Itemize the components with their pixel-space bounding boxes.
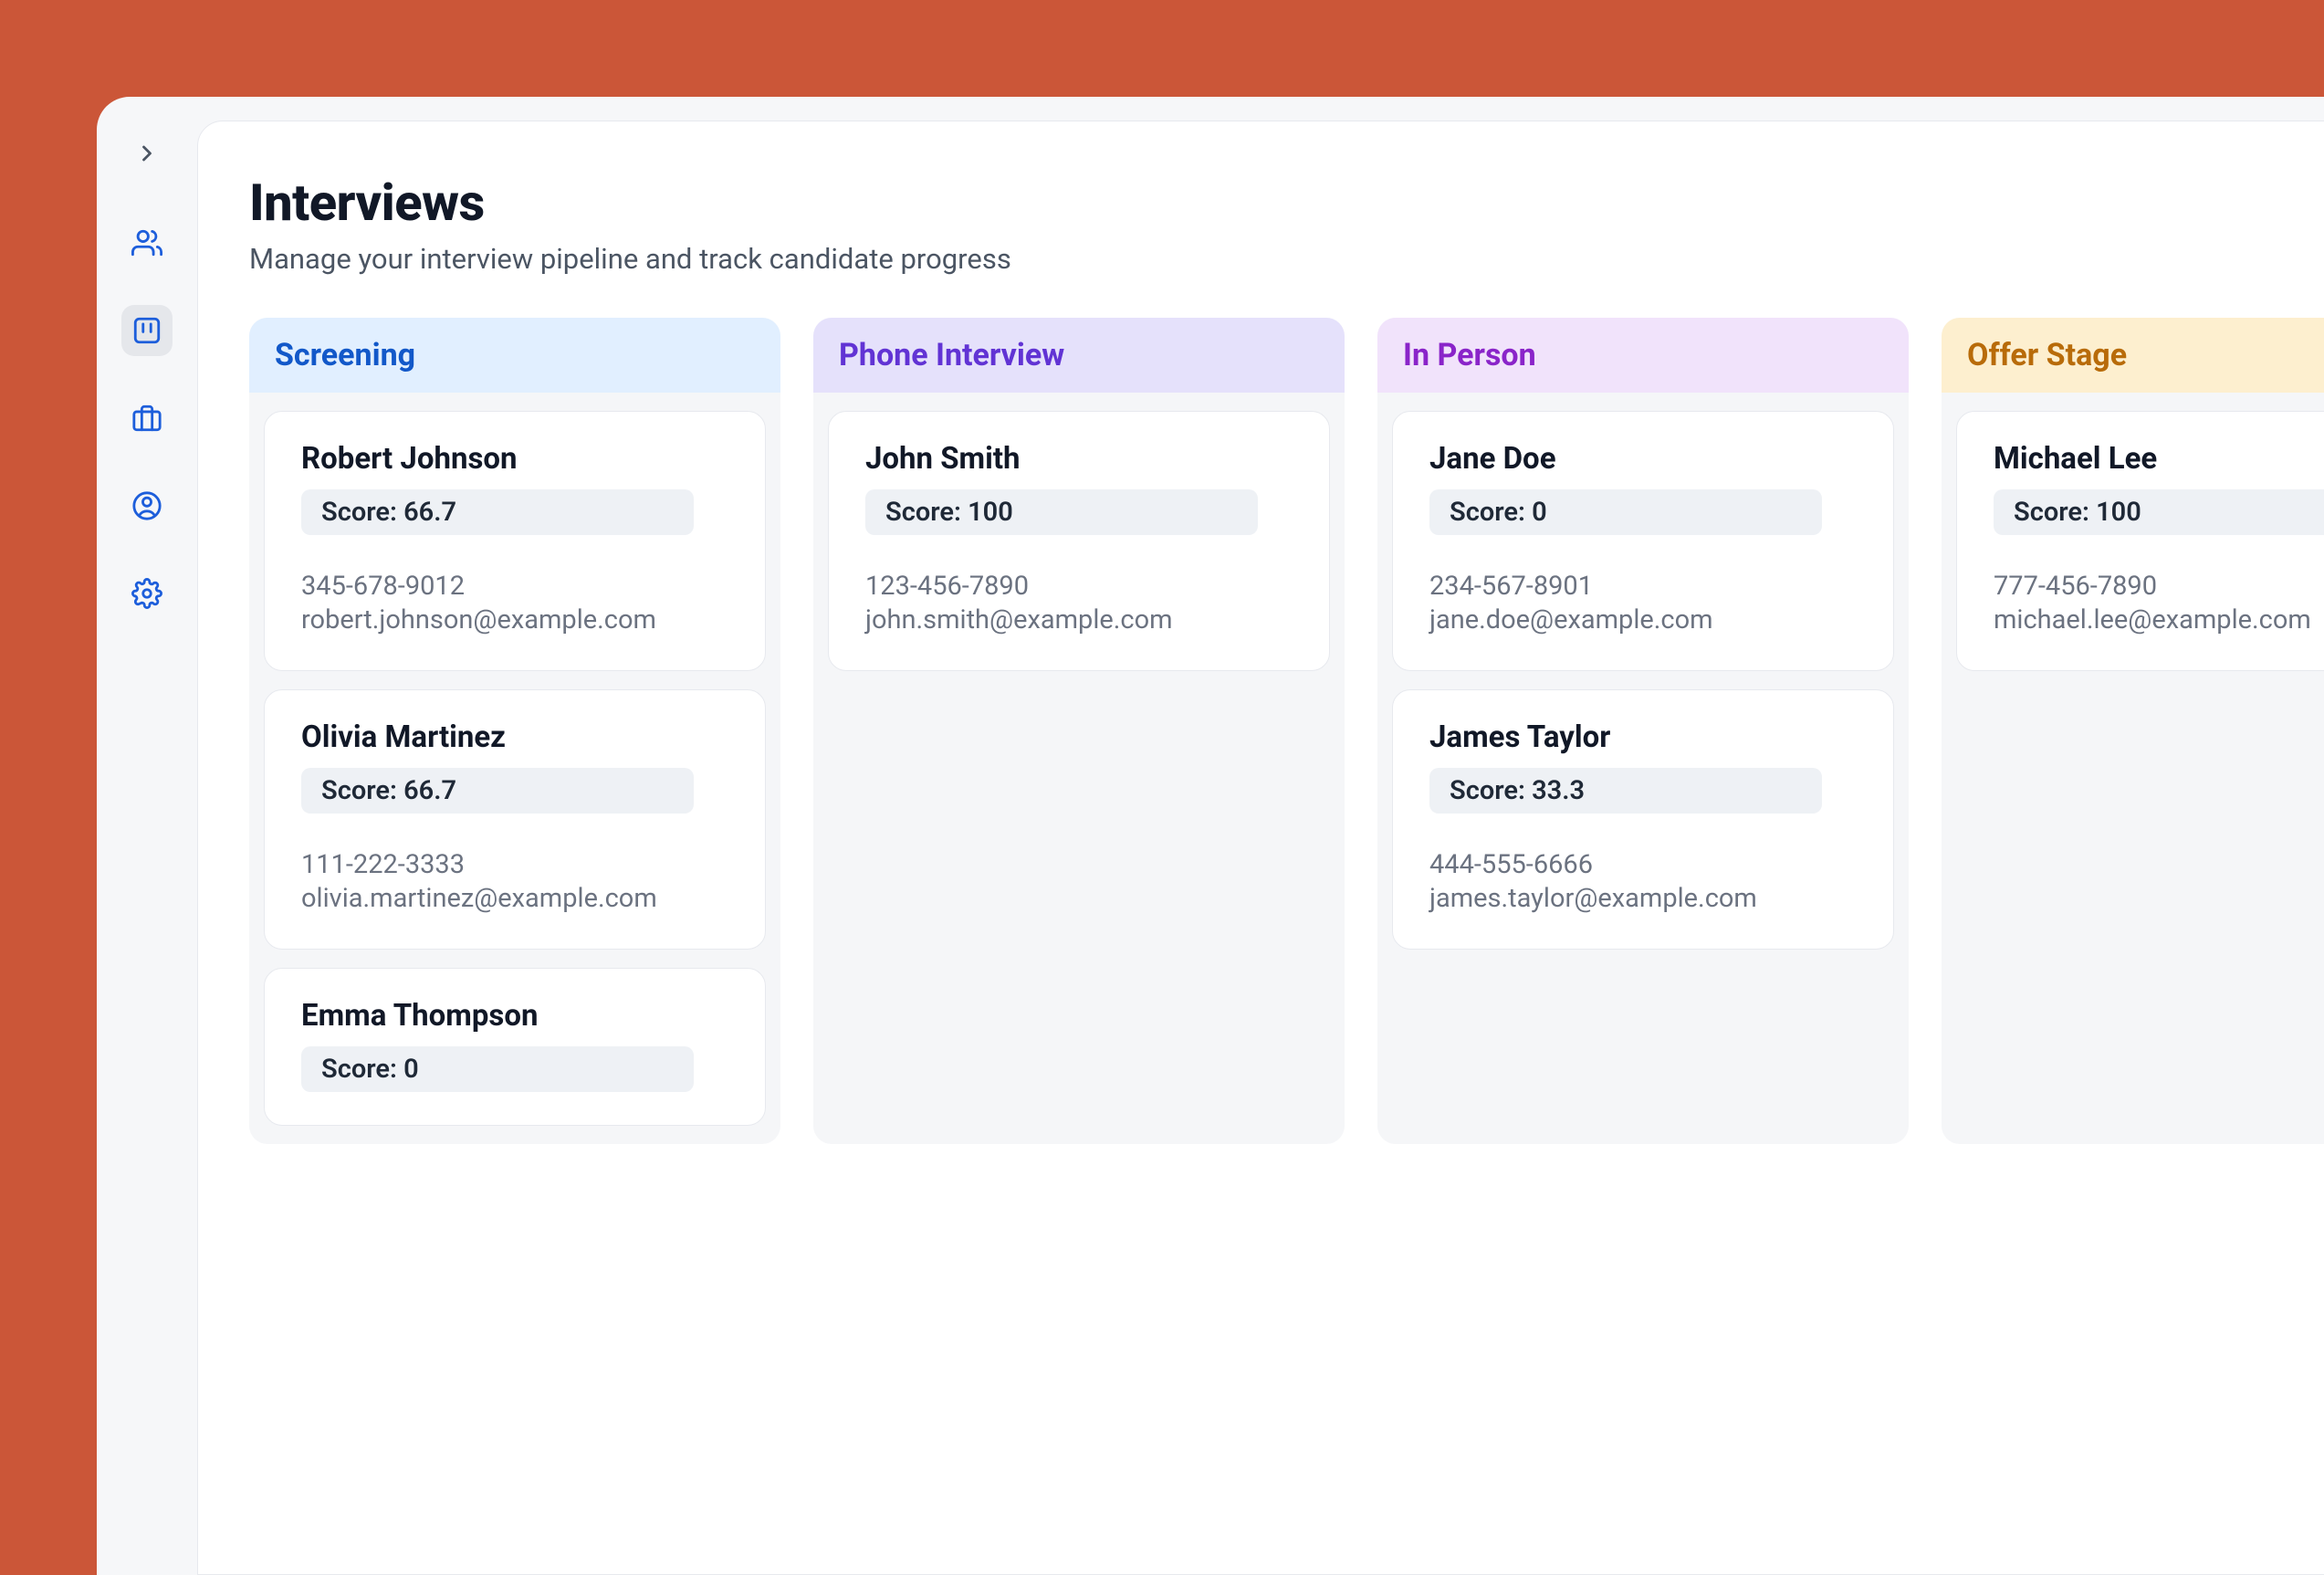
column-cards: Robert Johnson Score: 66.7 345-678-9012rob… <box>249 393 780 1126</box>
candidate-contact: 777-456-7890michael.lee@example.com <box>1994 570 2324 637</box>
candidate-phone: 111-222-3333 <box>301 848 728 882</box>
user-circle-icon <box>131 490 162 521</box>
candidate-name: James Taylor <box>1429 719 1857 755</box>
column-cards: Jane Doe Score: 0 234-567-8901jane.doe@exa… <box>1377 393 1909 950</box>
candidate-card[interactable]: James Taylor Score: 33.3 444-555-6666james… <box>1392 689 1894 950</box>
candidate-contact: 444-555-6666james.taylor@example.com <box>1429 848 1857 916</box>
candidate-card[interactable]: Emma Thompson Score: 0 <box>264 968 766 1126</box>
candidate-card[interactable]: Olivia Martinez Score: 66.7 111-222-3333ol… <box>264 689 766 950</box>
candidate-name: Robert Johnson <box>301 441 728 477</box>
column-header: Screening <box>249 318 780 393</box>
column-cards: Michael Lee Score: 100 777-456-7890michael… <box>1942 393 2324 671</box>
app-frame: Interviews Manage your interview pipelin… <box>97 97 2324 1575</box>
sidebar-item-settings[interactable] <box>121 568 173 619</box>
content-panel: Interviews Manage your interview pipelin… <box>197 121 2324 1575</box>
pipeline-board: Screening Robert Johnson Score: 66.7 345-67… <box>249 318 2324 1144</box>
candidate-name: Jane Doe <box>1429 441 1857 477</box>
score-badge: Score: 0 <box>1429 489 1822 535</box>
score-badge: Score: 66.7 <box>301 489 694 535</box>
candidate-phone: 444-555-6666 <box>1429 848 1857 882</box>
column-header: Offer Stage <box>1942 318 2324 393</box>
pipeline-column-offer: Offer Stage Michael Lee Score: 100 777-456-… <box>1942 318 2324 1144</box>
candidate-contact: 111-222-3333olivia.martinez@example.com <box>301 848 728 916</box>
candidate-phone: 345-678-9012 <box>301 570 728 604</box>
main: Interviews Manage your interview pipelin… <box>197 97 2324 1575</box>
pipeline-column-screening: Screening Robert Johnson Score: 66.7 345-67… <box>249 318 780 1144</box>
score-badge: Score: 0 <box>301 1046 694 1092</box>
sidebar-item-profile[interactable] <box>121 480 173 531</box>
candidate-phone: 777-456-7890 <box>1994 570 2324 604</box>
column-header: Phone Interview <box>813 318 1345 393</box>
score-badge: Score: 66.7 <box>301 768 694 814</box>
page-subtitle: Manage your interview pipeline and track… <box>249 242 2324 276</box>
sidebar-nav <box>121 217 173 619</box>
briefcase-icon <box>131 403 162 434</box>
pipeline-column-inperson: In Person Jane Doe Score: 0 234-567-8901jan… <box>1377 318 1909 1144</box>
candidate-contact: 123-456-7890john.smith@example.com <box>865 570 1293 637</box>
sidebar <box>97 97 197 1575</box>
score-badge: Score: 100 <box>1994 489 2324 535</box>
sidebar-item-interviews[interactable] <box>121 305 173 356</box>
column-cards: John Smith Score: 100 123-456-7890john.smi… <box>813 393 1345 671</box>
kanban-icon <box>131 315 162 346</box>
page-title: Interviews <box>249 173 2324 233</box>
candidate-email: michael.lee@example.com <box>1994 604 2324 637</box>
candidate-email: jane.doe@example.com <box>1429 604 1857 637</box>
pipeline-column-phone: Phone Interview John Smith Score: 100 123-4… <box>813 318 1345 1144</box>
candidate-contact: 234-567-8901jane.doe@example.com <box>1429 570 1857 637</box>
sidebar-toggle[interactable] <box>127 133 167 173</box>
candidate-email: olivia.martinez@example.com <box>301 882 728 916</box>
candidate-email: john.smith@example.com <box>865 604 1293 637</box>
column-header: In Person <box>1377 318 1909 393</box>
candidate-card[interactable]: Jane Doe Score: 0 234-567-8901jane.doe@exa… <box>1392 411 1894 671</box>
sidebar-item-jobs[interactable] <box>121 393 173 444</box>
candidate-card[interactable]: John Smith Score: 100 123-456-7890john.smi… <box>828 411 1330 671</box>
score-badge: Score: 100 <box>865 489 1258 535</box>
candidate-name: Olivia Martinez <box>301 719 728 755</box>
candidate-name: Michael Lee <box>1994 441 2324 477</box>
chevron-right-icon <box>134 141 160 166</box>
candidate-email: james.taylor@example.com <box>1429 882 1857 916</box>
gear-icon <box>131 578 162 609</box>
score-badge: Score: 33.3 <box>1429 768 1822 814</box>
candidate-contact: 345-678-9012robert.johnson@example.com <box>301 570 728 637</box>
candidate-email: robert.johnson@example.com <box>301 604 728 637</box>
sidebar-item-candidates[interactable] <box>121 217 173 268</box>
candidate-name: Emma Thompson <box>301 998 728 1034</box>
candidate-phone: 234-567-8901 <box>1429 570 1857 604</box>
users-icon <box>131 227 162 258</box>
candidate-phone: 123-456-7890 <box>865 570 1293 604</box>
candidate-card[interactable]: Robert Johnson Score: 66.7 345-678-9012rob… <box>264 411 766 671</box>
candidate-name: John Smith <box>865 441 1293 477</box>
candidate-card[interactable]: Michael Lee Score: 100 777-456-7890michael… <box>1956 411 2324 671</box>
